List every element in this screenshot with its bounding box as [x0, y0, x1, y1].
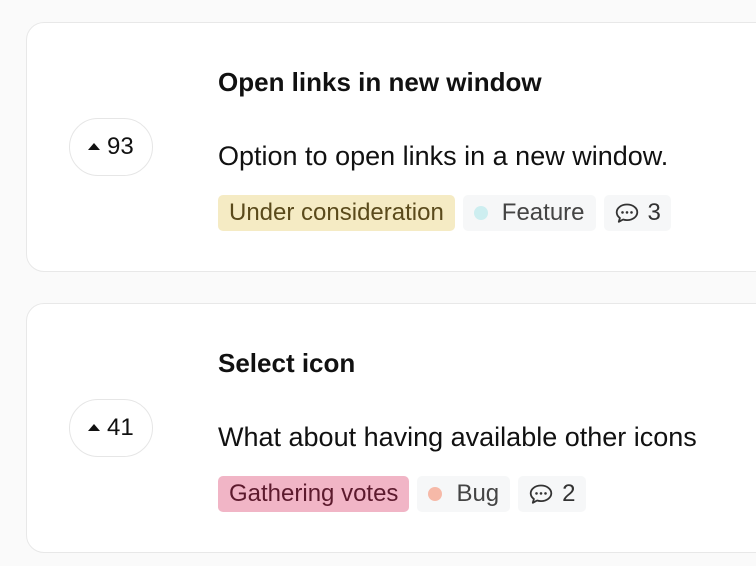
category-dot-icon	[428, 487, 443, 501]
post-card[interactable]: 41 Select icon What about having availab…	[26, 303, 756, 553]
post-description: Option to open links in a new window.	[218, 141, 669, 171]
category-label: Bug	[456, 480, 500, 507]
vote-count: 41	[107, 414, 134, 441]
upvote-button[interactable]: 41	[69, 399, 153, 457]
comment-bubble-icon	[529, 484, 553, 504]
category-tag[interactable]: Bug	[417, 476, 511, 512]
category-label: Feature	[501, 199, 585, 226]
post-description: What about having available other icons	[218, 422, 697, 452]
caret-up-icon	[88, 424, 100, 431]
vote-count: 93	[107, 133, 134, 160]
post-card[interactable]: 93 Open links in new window Option to op…	[26, 22, 756, 272]
post-list: 93 Open links in new window Option to op…	[0, 0, 756, 566]
comment-count-badge[interactable]: 3	[603, 195, 671, 231]
post-title[interactable]: Select icon	[218, 348, 355, 379]
comment-count: 2	[562, 480, 576, 507]
category-dot-icon	[473, 206, 488, 220]
status-badge: Under consideration	[218, 195, 455, 231]
post-title[interactable]: Open links in new window	[218, 67, 542, 98]
comment-count: 3	[647, 199, 661, 226]
status-badge: Gathering votes	[218, 476, 410, 512]
caret-up-icon	[88, 143, 100, 150]
post-tags: Under consideration Feature 3	[218, 195, 671, 231]
category-tag[interactable]: Feature	[462, 195, 596, 231]
comment-bubble-icon	[615, 203, 638, 223]
comment-count-badge[interactable]: 2	[518, 476, 586, 512]
upvote-button[interactable]: 93	[69, 118, 153, 176]
post-tags: Gathering votes Bug 2	[218, 476, 586, 512]
